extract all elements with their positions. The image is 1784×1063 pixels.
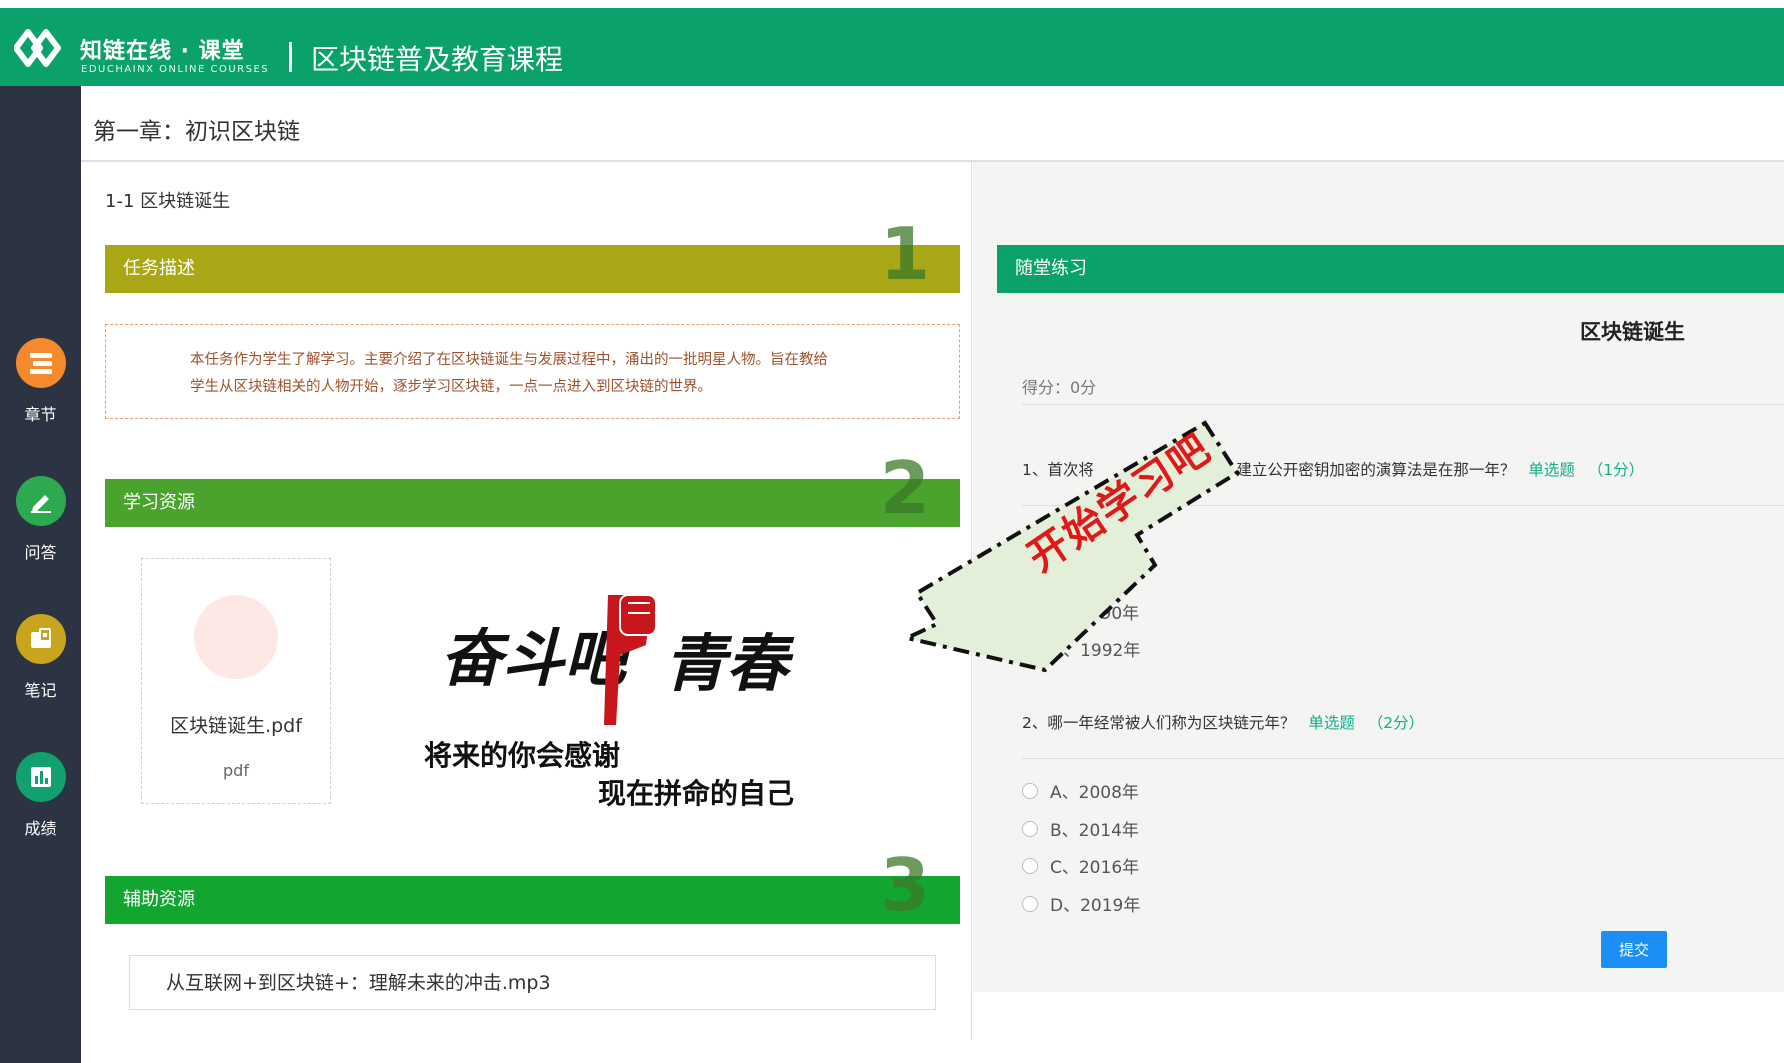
radio-button[interactable] [1022,820,1038,837]
question-points: （1分） [1587,461,1645,479]
option-label: A、2008年 [1050,783,1139,803]
task-text-line: 学生从区块链相关的人物开始，逐步学习区块链，一点一点进入到区块链的世界。 [190,379,712,395]
sidebar-item-notes[interactable]: 笔记 [0,614,81,701]
sidebar-item-chapters[interactable]: 章节 [0,338,81,425]
chapter-title: 第一章：初识区块链 [93,119,300,145]
q2-option-b[interactable]: B、2014年 [1022,816,1139,841]
note-icon [15,614,66,664]
fist-icon [604,594,657,725]
divider [1022,404,1784,405]
submit-button[interactable]: 提交 [1601,931,1667,968]
exercise-header: 随堂练习 [997,245,1784,293]
q2-option-a[interactable]: A、2008年 [1022,778,1139,803]
logo-icon [14,29,61,67]
option-label: C、2016年 [1050,858,1140,878]
task-text-line: 本任务作为学生了解学习。主要介绍了在区块链诞生与发展过程中，涌出的一批明星人物。… [190,352,828,368]
divider [1022,758,1784,759]
section-title: 1-1 区块链诞生 [105,191,231,212]
option-label: D、2019年 [1050,896,1141,916]
step-number: 1 [879,212,930,296]
pencil-icon [15,476,66,526]
sidebar: 章节 问答 笔记 成绩 [0,86,81,1063]
logo-text: 知链在线 · 课堂 [80,39,245,64]
question-type-badge: 单选题 [1528,461,1575,479]
sidebar-item-label: 成绩 [24,819,57,838]
radio-button[interactable] [1022,782,1038,799]
question-type-badge: 单选题 [1308,714,1355,732]
q2-option-c[interactable]: C、2016年 [1022,853,1139,878]
aux-header-label: 辅助资源 [123,889,195,910]
sidebar-item-label: 问答 [24,543,57,562]
aux-file-link[interactable]: 从互联网+到区块链+：理解未来的冲击.mp3 [129,955,936,1010]
poster-line4: 现在拼命的自己 [598,777,794,810]
question-points: （2分） [1367,714,1425,732]
aux-header: 辅助资源 3 [105,843,960,927]
task-description: 本任务作为学生了解学习。主要介绍了在区块链诞生与发展过程中，涌出的一批明星人物。… [105,324,960,419]
file-name: 区块链诞生.pdf [170,715,302,737]
sidebar-item-label: 笔记 [24,681,57,700]
top-header: 知链在线 · 课堂 EDUCHAINX ONLINE COURSES 区块链普及… [0,8,1784,86]
file-icon [194,595,278,679]
question-2: 2、哪一年经常被人们称为区块链元年？ 单选题 （2分） [1022,711,1424,733]
start-learning-arrow: 开始学习吧 [905,420,1240,673]
quiz-title: 区块链诞生 [1580,320,1685,344]
pdf-file-card[interactable]: 区块链诞生.pdf pdf [141,558,331,804]
motivational-poster: 奋斗吧 青春 将来的你会感谢 现在拼命的自己 [424,594,795,810]
resources-header-label: 学习资源 [123,492,195,513]
task-header: 任务描述 1 [105,212,960,296]
sidebar-item-grades[interactable]: 成绩 [0,752,81,839]
logo-subtext: EDUCHAINX ONLINE COURSES [81,64,270,75]
radio-button[interactable] [1022,895,1038,912]
file-type: pdf [223,761,249,780]
sidebar-item-label: 章节 [24,405,57,424]
radio-button[interactable] [1022,857,1038,874]
poster-line3: 将来的你会感谢 [424,739,620,772]
option-label: B、2014年 [1050,821,1139,841]
poster-line2: 青春 [664,627,795,700]
score-text: 得分：0分 [1022,378,1097,397]
bar-chart-icon [15,752,66,802]
resources-header: 学习资源 2 [105,446,960,530]
chapter-icon [15,338,66,388]
header-divider [289,42,292,72]
task-header-label: 任务描述 [123,258,195,279]
sidebar-item-qa[interactable]: 问答 [0,476,81,563]
course-title: 区块链普及教育课程 [311,43,564,76]
question-2-text: 2、哪一年经常被人们称为区块链元年？ [1022,714,1296,732]
step-number: 3 [879,843,930,927]
q2-option-d[interactable]: D、2019年 [1022,891,1140,916]
